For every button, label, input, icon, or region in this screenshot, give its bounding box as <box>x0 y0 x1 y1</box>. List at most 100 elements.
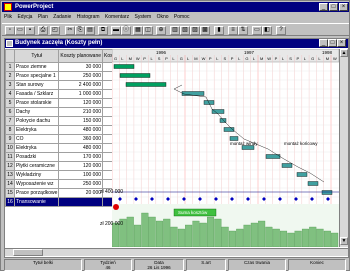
row-number[interactable]: 10 <box>5 143 15 153</box>
task-title[interactable]: Elektryka <box>13 125 60 135</box>
columns-icon[interactable]: ▧ <box>180 26 190 35</box>
filter-icon[interactable]: ≡ <box>228 26 238 35</box>
row-number[interactable]: 3 <box>5 80 15 90</box>
planned-cost[interactable]: 250 000 <box>58 179 104 189</box>
planned-cost[interactable]: 360 000 <box>58 134 104 144</box>
open-folder-icon[interactable]: ▭ <box>15 26 25 35</box>
task-title[interactable]: CO <box>13 134 60 144</box>
planned-cost[interactable]: 480 000 <box>58 125 104 135</box>
row-number[interactable]: 15 <box>5 188 15 198</box>
col-header-planned[interactable]: Koszty planowane <box>58 49 104 63</box>
planned-cost[interactable]: 2 400 000 <box>58 80 104 90</box>
row-number[interactable]: 8 <box>5 125 15 135</box>
task-title[interactable]: Wyposażenie wz <box>13 179 60 189</box>
row-number[interactable]: 9 <box>5 134 15 144</box>
planned-cost[interactable]: 100 000 <box>58 170 104 180</box>
scroll-thumb[interactable] <box>13 249 43 256</box>
row-number[interactable]: 13 <box>5 170 15 180</box>
project-titlebar[interactable]: Budynek zaczęła (Koszty pełn) _ □ × <box>5 39 348 48</box>
cut-icon[interactable]: ✂ <box>65 26 75 35</box>
menu-help[interactable]: Pomoc <box>172 13 192 22</box>
document-icon[interactable] <box>6 40 13 47</box>
planned-cost[interactable]: 20 000 <box>58 188 104 198</box>
menu-system[interactable]: System <box>133 13 154 22</box>
row-number[interactable]: 12 <box>5 161 15 171</box>
menu-file[interactable]: Plik <box>2 13 14 22</box>
zoom-icon[interactable]: ⊕ <box>156 26 166 35</box>
task-title[interactable]: Elektryka <box>13 143 60 153</box>
row-number[interactable]: 6 <box>5 107 15 117</box>
row-number[interactable]: 14 <box>5 179 15 189</box>
planned-cost[interactable]: 30 000 <box>58 62 104 72</box>
info-icon[interactable]: ⓘ <box>121 26 131 35</box>
new-file-icon[interactable]: ▫ <box>5 26 15 35</box>
row-number[interactable]: 1 <box>5 62 15 72</box>
menu-edit[interactable]: Edycja <box>15 13 34 22</box>
col-header-num[interactable] <box>5 49 15 63</box>
table-icon[interactable]: ▩ <box>200 26 210 35</box>
task-title[interactable]: Dachy <box>13 107 60 117</box>
task-title[interactable]: Tnansowanie <box>13 197 60 207</box>
row-number[interactable]: 7 <box>5 116 15 126</box>
doc-close-button[interactable]: × <box>337 39 346 47</box>
gantt-chart[interactable]: 1996 1997 1998 G L M W P L S P L G L M W P L S P L G L M W P L S P L G… <box>112 49 339 247</box>
close-button[interactable]: × <box>339 3 348 11</box>
maximize-button[interactable]: □ <box>329 3 338 11</box>
planned-cost[interactable]: 250 000 <box>58 71 104 81</box>
planned-cost[interactable]: 170 000 <box>58 152 104 162</box>
print-icon[interactable]: ⎙ <box>38 26 48 35</box>
row-number[interactable]: 11 <box>5 152 15 162</box>
task-title[interactable]: Prace specjalne 1 <box>13 71 60 81</box>
sort-icon[interactable]: ⇅ <box>238 26 248 35</box>
doc-maximize-button[interactable]: □ <box>328 39 337 47</box>
window-icon[interactable]: ◧ <box>262 26 272 35</box>
scroll-up-icon[interactable]: ▲ <box>340 49 348 57</box>
app-icon[interactable] <box>4 3 12 11</box>
save-icon[interactable]: ▪ <box>25 26 35 35</box>
planned-cost[interactable]: 1 000 000 <box>58 89 104 99</box>
task-title[interactable]: Prace porządkowe <box>13 188 60 198</box>
task-title[interactable]: Posadzki <box>13 152 60 162</box>
planned-cost[interactable] <box>58 197 104 207</box>
col-header-title[interactable]: Tytuł <box>13 49 60 63</box>
paste-icon[interactable]: ▤ <box>85 26 95 35</box>
window-titlebar[interactable]: PowerProject _ □ × <box>2 2 349 12</box>
copy-icon[interactable]: ⎘ <box>75 26 85 35</box>
row-number[interactable]: 5 <box>5 98 15 108</box>
row-number[interactable]: 2 <box>5 71 15 81</box>
planned-cost[interactable]: 210 000 <box>58 107 104 117</box>
vertical-scrollbar[interactable]: ▲ ▼ <box>339 49 348 247</box>
task-title[interactable]: Pokrycie dachu <box>13 116 60 126</box>
link-icon[interactable]: ⧉ <box>98 26 108 35</box>
task-title[interactable]: Fasada / Szklarz <box>13 89 60 99</box>
preview-icon[interactable]: ◰ <box>50 26 60 35</box>
minimize-button[interactable]: _ <box>319 3 328 11</box>
grid-icon[interactable]: ▥ <box>170 26 180 35</box>
horizontal-scrollbar[interactable] <box>5 248 348 256</box>
calendar-icon[interactable]: ▦ <box>133 26 143 35</box>
planned-cost[interactable]: 480 000 <box>58 143 104 153</box>
help-icon[interactable]: ? <box>276 26 286 35</box>
menu-histogram[interactable]: Histogram <box>75 13 102 22</box>
histogram-icon[interactable]: ▮ <box>214 26 224 35</box>
row-number[interactable]: 4 <box>5 89 15 99</box>
menu-window[interactable]: Okno <box>155 13 171 22</box>
menu-comment[interactable]: Komentarz <box>103 13 131 22</box>
task-title[interactable]: Prace stolarskie <box>13 98 60 108</box>
task-title[interactable]: Prace ziemne <box>13 62 60 72</box>
split-icon[interactable]: ◫ <box>143 26 153 35</box>
planned-cost[interactable]: 120 000 <box>58 161 104 171</box>
doc-minimize-button[interactable]: _ <box>319 39 328 47</box>
task-title[interactable]: Stan surowy <box>13 80 60 90</box>
task-title[interactable]: Płytki ceramiczne <box>13 161 60 171</box>
task-icon[interactable]: ▬ <box>111 26 121 35</box>
planned-cost[interactable]: 150 000 <box>58 116 104 126</box>
menu-plan[interactable]: Plan <box>36 13 50 22</box>
planned-cost[interactable]: 120 000 <box>58 98 104 108</box>
row-number[interactable]: 16 <box>5 197 15 207</box>
layout-icon[interactable]: ▭ <box>252 26 262 35</box>
gantt-canvas[interactable]: 1996 1997 1998G L M W P L S P L G L M W P L S P L G L M W P L S P L G… <box>112 49 339 247</box>
rows-icon[interactable]: ▨ <box>190 26 200 35</box>
menu-task[interactable]: Zadanie <box>51 13 73 22</box>
task-title[interactable]: Wykładziny <box>13 170 60 180</box>
